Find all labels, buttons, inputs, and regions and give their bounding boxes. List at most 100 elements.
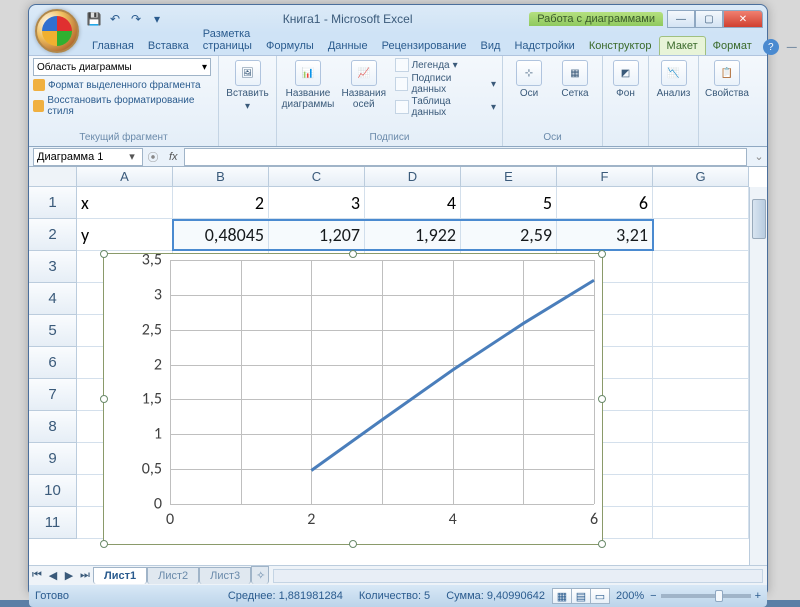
zoom-level[interactable]: 200% [616, 590, 644, 602]
analysis-button[interactable]: 📉Анализ [653, 58, 694, 101]
vertical-scrollbar[interactable] [749, 187, 767, 565]
name-box[interactable]: Диаграмма 1▾ [33, 148, 143, 166]
background-button[interactable]: ◩Фон [607, 58, 644, 101]
tab-page-layout[interactable]: Разметка страницы [196, 25, 259, 55]
tab-insert[interactable]: Вставка [141, 37, 196, 55]
cell[interactable] [653, 219, 749, 251]
undo-icon[interactable]: ↶ [106, 10, 124, 28]
chart-series-line[interactable] [311, 280, 594, 470]
view-page-layout-button[interactable]: ▤ [571, 588, 591, 604]
tab-nav-next[interactable]: ▶ [61, 568, 77, 584]
cell[interactable]: 5 [461, 187, 557, 219]
name-box-expand[interactable]: ⦿ [143, 149, 163, 165]
row-header[interactable]: 7 [29, 379, 77, 411]
insert-button[interactable]: 🖼Вставить▾ [223, 58, 272, 114]
row-header[interactable]: 9 [29, 443, 77, 475]
zoom-slider-knob[interactable] [715, 590, 723, 602]
tab-review[interactable]: Рецензирование [375, 37, 474, 55]
help-icon[interactable]: ? [763, 39, 779, 55]
column-header[interactable]: B [173, 167, 269, 187]
tab-view[interactable]: Вид [474, 37, 508, 55]
office-button[interactable] [35, 9, 79, 53]
data-table-button[interactable]: Таблица данных▾ [393, 96, 498, 118]
format-selection-button[interactable]: Формат выделенного фрагмента [33, 78, 201, 92]
row-header[interactable]: 3 [29, 251, 77, 283]
tab-addins[interactable]: Надстройки [507, 37, 581, 55]
tab-nav-prev[interactable]: ◀ [45, 568, 61, 584]
tab-data[interactable]: Данные [321, 37, 375, 55]
column-header[interactable]: C [269, 167, 365, 187]
axis-titles-button[interactable]: 📈Названия осей [337, 58, 391, 112]
chart-element-selector[interactable]: Область диаграммы▾ [33, 58, 211, 76]
properties-button[interactable]: 📋Свойства [703, 58, 751, 101]
tab-nav-first[interactable]: ⏮ [29, 568, 45, 584]
select-all-button[interactable] [29, 167, 77, 187]
sheet-tab-3[interactable]: Лист3 [199, 567, 251, 584]
cell[interactable] [653, 283, 749, 315]
cell[interactable]: 1,922 [365, 219, 461, 251]
cell[interactable] [653, 187, 749, 219]
sheet-tab-2[interactable]: Лист2 [147, 567, 199, 584]
column-header[interactable]: E [461, 167, 557, 187]
embedded-chart[interactable]: 00,511,522,533,50246 [103, 253, 603, 545]
tab-chart-layout[interactable]: Макет [659, 36, 706, 55]
close-button[interactable]: ✕ [723, 10, 763, 28]
cell[interactable]: 2 [173, 187, 269, 219]
zoom-out-button[interactable]: − [650, 590, 656, 602]
cell[interactable]: x [77, 187, 173, 219]
maximize-button[interactable]: ▢ [695, 10, 723, 28]
cell[interactable]: y [77, 219, 173, 251]
cell[interactable] [653, 475, 749, 507]
cell[interactable]: 6 [557, 187, 653, 219]
row-header[interactable]: 1 [29, 187, 77, 219]
chart-title-button[interactable]: 📊Название диаграммы [281, 58, 335, 112]
formula-bar-expand[interactable]: ⌄ [751, 150, 767, 163]
tab-chart-format[interactable]: Формат [706, 37, 759, 55]
cell[interactable]: 3,21 [557, 219, 653, 251]
cell[interactable]: 3 [269, 187, 365, 219]
tab-formulas[interactable]: Формулы [259, 37, 321, 55]
redo-icon[interactable]: ↷ [127, 10, 145, 28]
horizontal-scrollbar[interactable] [273, 569, 763, 583]
cell[interactable] [653, 443, 749, 475]
mdi-minimize[interactable]: — [785, 40, 799, 54]
tab-nav-last[interactable]: ⏭ [77, 568, 93, 584]
cell[interactable] [653, 507, 749, 539]
cell[interactable] [653, 411, 749, 443]
new-sheet-button[interactable]: ✧ [251, 566, 269, 584]
row-header[interactable]: 5 [29, 315, 77, 347]
cell[interactable]: 2,59 [461, 219, 557, 251]
minimize-button[interactable]: — [667, 10, 695, 28]
sheet-tab-1[interactable]: Лист1 [93, 567, 147, 584]
fx-icon[interactable]: fx [169, 151, 178, 163]
tab-chart-design[interactable]: Конструктор [582, 37, 659, 55]
axes-button[interactable]: ⊹Оси [507, 58, 551, 101]
column-header[interactable]: A [77, 167, 173, 187]
column-header[interactable]: F [557, 167, 653, 187]
column-header[interactable]: D [365, 167, 461, 187]
view-normal-button[interactable]: ▦ [552, 588, 572, 604]
formula-input[interactable] [184, 148, 747, 166]
column-header[interactable]: G [653, 167, 749, 187]
tab-home[interactable]: Главная [85, 37, 141, 55]
reset-style-button[interactable]: Восстановить форматирование стиля [33, 94, 214, 118]
cell[interactable]: 0,48045 [173, 219, 269, 251]
cell[interactable] [653, 347, 749, 379]
save-icon[interactable]: 💾 [85, 10, 103, 28]
row-header[interactable]: 11 [29, 507, 77, 539]
row-header[interactable]: 10 [29, 475, 77, 507]
data-labels-button[interactable]: Подписи данных▾ [393, 73, 498, 95]
cell[interactable]: 4 [365, 187, 461, 219]
row-header[interactable]: 2 [29, 219, 77, 251]
cell[interactable] [653, 379, 749, 411]
cell[interactable]: 1,207 [269, 219, 365, 251]
zoom-slider[interactable] [661, 594, 751, 598]
row-header[interactable]: 4 [29, 283, 77, 315]
row-header[interactable]: 8 [29, 411, 77, 443]
cell[interactable] [653, 251, 749, 283]
legend-button[interactable]: Легенда▾ [393, 58, 498, 72]
qat-customize-icon[interactable]: ▾ [148, 10, 166, 28]
scrollbar-thumb[interactable] [752, 199, 766, 239]
gridlines-button[interactable]: ▦Сетка [553, 58, 597, 101]
view-page-break-button[interactable]: ▭ [590, 588, 610, 604]
